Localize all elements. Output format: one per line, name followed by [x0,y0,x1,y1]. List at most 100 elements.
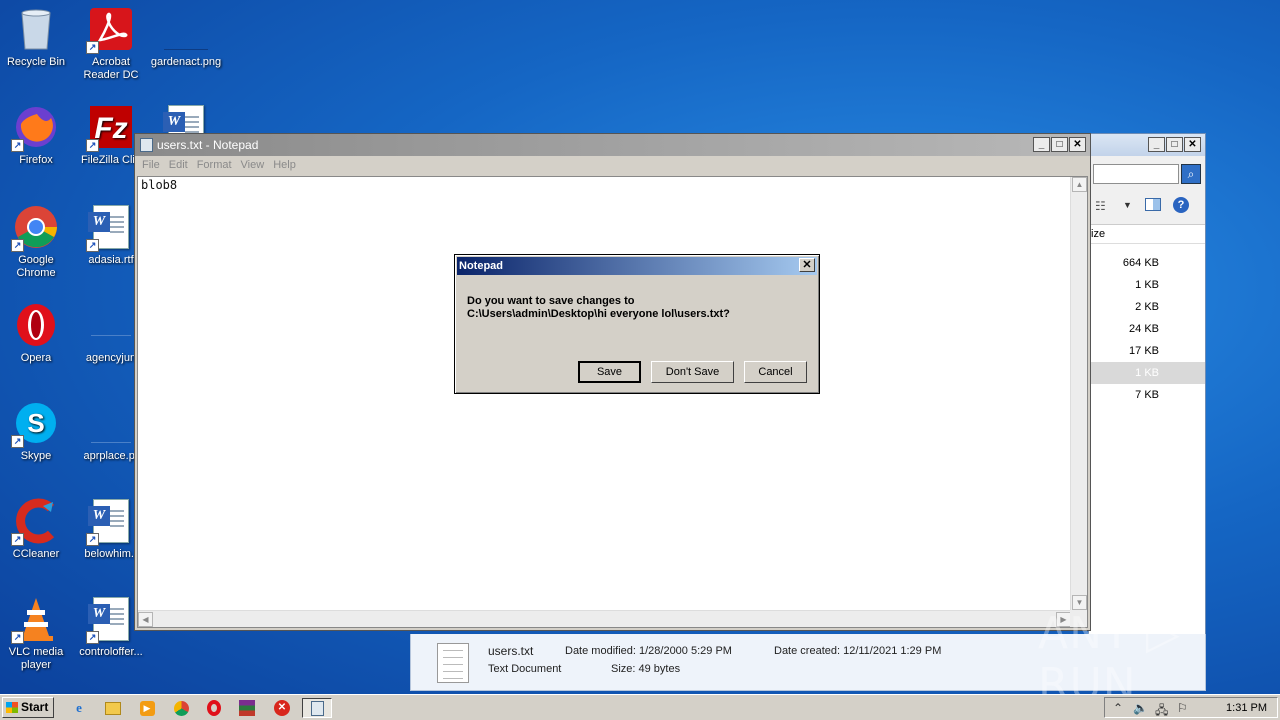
shortcut-arrow-icon: ↗ [11,239,24,252]
blank-file-icon [88,302,134,348]
notepad-taskbar-button[interactable] [302,698,332,718]
menu-bar: File Edit Format View Help [135,156,304,176]
desktop-icon-label: controloffer... [79,646,143,658]
vertical-scrollbar[interactable]: ▲ ▼ [1070,177,1087,610]
desktop-icon-label: VLC media player [8,646,64,671]
help-icon[interactable]: ? [1173,197,1189,213]
windows-logo-icon [6,702,18,713]
desktop-icon-opera[interactable]: Opera [0,302,72,365]
svg-text:Fz: Fz [94,112,127,145]
explorer-titlebar[interactable]: _ □ ✕ [1089,134,1205,156]
file-row-size[interactable]: 1 KB [1089,274,1205,296]
start-button[interactable]: Start [2,697,54,718]
shortcut-arrow-icon: ↗ [86,631,99,644]
explorer-folder-icon[interactable] [102,698,124,718]
menu-help[interactable]: Help [272,156,304,176]
chevron-down-icon[interactable]: ▼ [1123,200,1132,210]
svg-text:S: S [27,408,44,438]
dont-save-button[interactable]: Don't Save [651,361,734,383]
desktop-icon-label: Skype [20,450,52,462]
text-file-icon [437,643,469,683]
file-row-size[interactable]: 17 KB [1089,340,1205,362]
file-row-size[interactable]: 1 KB [1089,362,1205,384]
desktop-icon-label: Opera [20,352,52,364]
image-file-icon [163,6,209,52]
desktop-icon-recycle-bin[interactable]: Recycle Bin [0,6,72,69]
action-center-flag-icon[interactable]: ⚐ [1177,701,1188,715]
ie-icon[interactable]: e [68,698,90,718]
minimize-button[interactable]: _ [1148,137,1165,152]
maximize-button[interactable]: □ [1166,137,1183,152]
details-date-created: Date created: 12/11/2021 1:29 PM [774,645,942,657]
desktop-icon-ccleaner[interactable]: ↗ CCleaner [0,498,72,561]
desktop-icon-label: Google Chrome [16,254,56,279]
opera-icon [13,302,59,348]
shortcut-arrow-icon: ↗ [11,631,24,644]
shortcut-arrow-icon: ↗ [11,139,24,152]
preview-pane-icon[interactable] [1145,198,1161,211]
recycle-bin-icon [13,6,59,52]
text-editor[interactable]: blob8 ▲ ▼ ◀ ▶ [137,176,1088,628]
save-changes-dialog[interactable]: Notepad ✕ Do you want to save changes to… [454,254,820,394]
shortcut-arrow-icon: ↗ [86,239,99,252]
desktop-icon-vlc[interactable]: ↗ VLC media player [0,596,72,672]
word-document-icon: W ↗ [86,596,134,644]
minimize-button[interactable]: _ [1033,137,1050,152]
ccleaner-icon: ↗ [11,498,59,546]
menu-file[interactable]: File [141,156,168,176]
shortcut-arrow-icon: ↗ [11,533,24,546]
desktop-icon-google-chrome[interactable]: ↗ Google Chrome [0,204,72,280]
scroll-left-icon[interactable]: ◀ [138,612,153,627]
winrar-icon[interactable] [236,698,258,718]
close-button[interactable]: ✕ [1184,137,1201,152]
view-options-icon[interactable]: ☷ [1095,199,1106,213]
menu-view[interactable]: View [240,156,273,176]
dialog-message: Do you want to save changes to C:\Users\… [467,295,730,321]
search-input[interactable] [1093,164,1179,184]
column-header-size[interactable]: ize [1089,224,1205,244]
file-row-size[interactable]: 7 KB [1089,384,1205,406]
dialog-message-line1: Do you want to save changes to [467,295,635,307]
desktop-icon-firefox[interactable]: ↗ Firefox [0,104,72,167]
menu-edit[interactable]: Edit [168,156,196,176]
desktop-icon-gardenact[interactable]: gardenact.png [150,6,222,69]
desktop-icon-acrobat[interactable]: ↗ Acrobat Reader DC [75,6,147,82]
firefox-icon: ↗ [11,104,59,152]
opera-icon[interactable] [203,698,225,718]
file-size-column: 664 KB 1 KB 2 KB 24 KB 17 KB 1 KB 7 KB [1089,252,1205,406]
system-tray: ⌃ 🔈 🖧 ⚐ 1:31 PM [1104,697,1278,718]
file-row-size[interactable]: 24 KB [1089,318,1205,340]
menu-format[interactable]: Format [196,156,240,176]
desktop-icon-skype[interactable]: S ↗ Skype [0,400,72,463]
cancel-button[interactable]: Cancel [744,361,807,383]
notepad-titlebar[interactable]: users.txt - Notepad _ □ ✕ [135,134,1090,156]
volume-icon[interactable]: 🔈 [1133,701,1148,715]
close-button[interactable]: ✕ [1069,137,1086,152]
maximize-button[interactable]: □ [1051,137,1068,152]
desktop-icon-label: gardenact.png [150,56,222,68]
chrome-icon[interactable] [170,698,192,718]
close-icon[interactable]: ✕ [799,258,815,272]
file-row-size[interactable]: 664 KB [1089,252,1205,274]
filezilla-icon: Fz ↗ [86,104,134,152]
horizontal-scrollbar[interactable]: ◀ ▶ [138,610,1071,627]
file-row-size[interactable]: 2 KB [1089,296,1205,318]
media-player-icon[interactable]: ▶ [136,698,158,718]
desktop-icon-label: Recycle Bin [6,56,66,68]
desktop-icon-label: Firefox [19,154,53,166]
dialog-titlebar[interactable]: Notepad ✕ [457,257,817,275]
desktop-icon-label: Acrobat Reader DC [83,56,139,81]
shortcut-arrow-icon: ↗ [86,533,99,546]
blank-file-icon [88,400,134,446]
save-button[interactable]: Save [578,361,641,383]
scroll-up-icon[interactable]: ▲ [1072,177,1087,192]
error-icon[interactable]: ✕ [271,698,293,718]
network-icon[interactable]: 🖧 [1155,701,1168,720]
chevron-up-icon[interactable]: ⌃ [1113,701,1123,715]
clock[interactable]: 1:31 PM [1226,702,1267,714]
details-filename: users.txt [488,644,534,658]
search-icon[interactable]: ⌕ [1181,164,1201,184]
notepad-icon [140,138,153,152]
editor-content: blob8 [141,178,178,192]
details-filetype: Text Document [488,663,562,675]
